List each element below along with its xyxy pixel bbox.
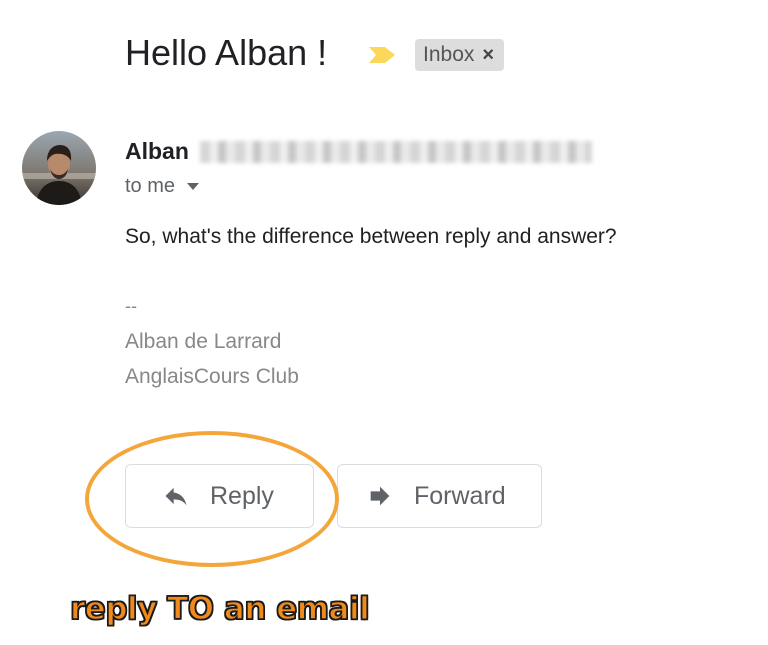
reply-arrow-icon [165, 487, 187, 506]
sender-avatar[interactable] [22, 131, 96, 205]
forward-button[interactable]: Forward [337, 464, 542, 528]
forward-label: Forward [414, 481, 506, 510]
signature-organization: AnglaisCours Club [125, 365, 299, 388]
label-text: Inbox [423, 43, 475, 66]
remove-label-icon[interactable]: × [482, 44, 494, 67]
inbox-label-chip: Inbox × [415, 39, 505, 71]
signature-name: Alban de Larrard [125, 330, 282, 353]
chevron-down-icon[interactable] [187, 183, 200, 190]
recipient-line: to me [125, 175, 200, 198]
email-body: So, what's the difference between reply … [125, 225, 617, 248]
sender-name: Alban [125, 138, 189, 164]
redacted-sender-email [200, 141, 592, 163]
avatar-photo [22, 131, 96, 205]
recipient-text: to me [125, 175, 176, 197]
reply-label: Reply [210, 481, 274, 510]
email-subject: Hello Alban ! [125, 32, 328, 73]
reply-button[interactable]: Reply [125, 464, 314, 528]
forward-arrow-icon [370, 486, 390, 506]
signature-separator: -- [125, 296, 137, 316]
importance-marker-icon[interactable] [367, 45, 397, 65]
annotation-caption: reply TO an email [69, 590, 370, 628]
